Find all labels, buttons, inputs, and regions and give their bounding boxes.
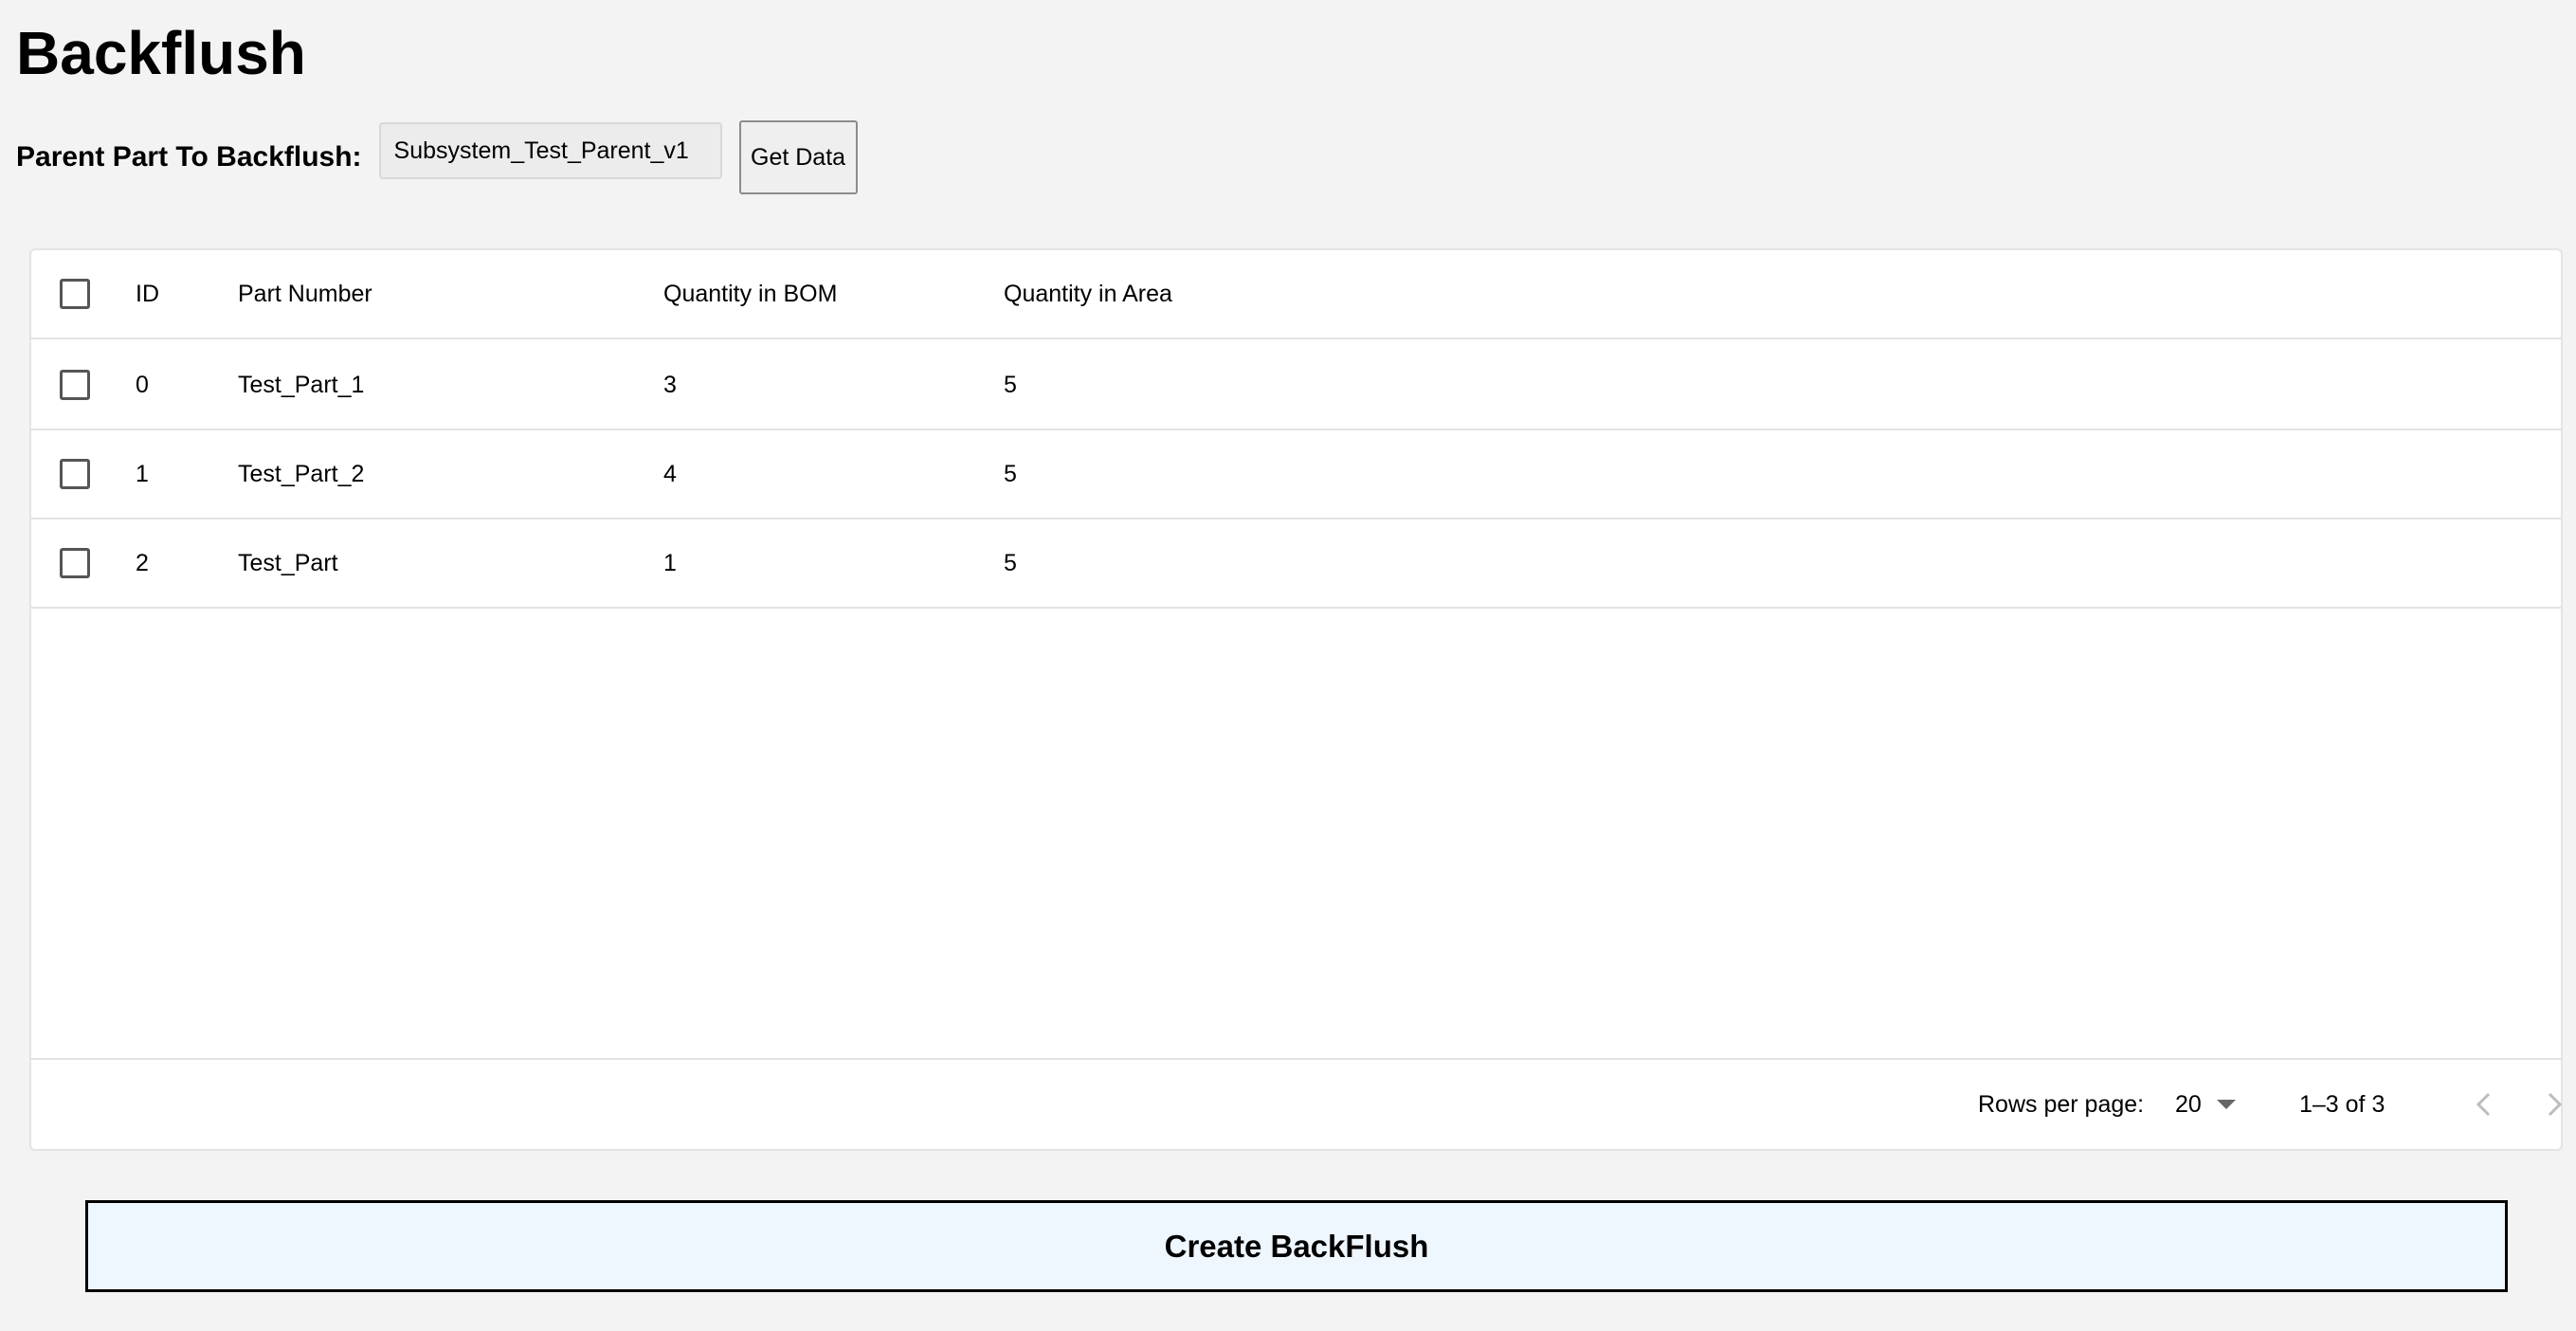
cell-quantity-in-bom: 1 [663, 549, 677, 576]
caret-down-icon [2216, 1100, 2236, 1109]
rows-per-page-select[interactable]: 20 [2175, 1060, 2236, 1149]
cell-quantity-in-area: 5 [1004, 549, 1017, 576]
select-all-checkbox[interactable] [60, 279, 90, 309]
cell-part-number: Test_Part_1 [238, 371, 365, 398]
row-checkbox[interactable] [60, 370, 90, 400]
cell-id: 2 [136, 549, 149, 576]
cell-quantity-in-area: 5 [1004, 371, 1017, 398]
column-header-id[interactable]: ID [136, 250, 159, 337]
column-header-quantity-in-bom[interactable]: Quantity in BOM [663, 250, 837, 337]
table-row[interactable]: 0 Test_Part_1 3 5 [31, 341, 2561, 430]
create-backflush-button[interactable]: Create BackFlush [85, 1200, 2508, 1292]
pagination-footer: Rows per page: 20 1–3 of 3 [31, 1058, 2563, 1149]
next-page-button[interactable] [2531, 1082, 2576, 1127]
cell-part-number: Test_Part_2 [238, 460, 365, 487]
get-data-button[interactable]: Get Data [738, 120, 858, 194]
pagination-range: 1–3 of 3 [2299, 1090, 2386, 1118]
data-grid: ID Part Number Quantity in BOM Quantity … [29, 248, 2563, 1151]
parent-part-row: Parent Part To Backflush: Get Data [16, 119, 858, 195]
cell-part-number: Test_Part [238, 549, 338, 576]
page-title: Backflush [16, 19, 306, 87]
cell-id: 1 [136, 460, 149, 487]
chevron-right-icon [2548, 1092, 2563, 1117]
rows-per-page-label: Rows per page: [1978, 1090, 2145, 1118]
table-row[interactable]: 2 Test_Part 1 5 [31, 520, 2561, 609]
row-checkbox[interactable] [60, 548, 90, 578]
cell-quantity-in-area: 5 [1004, 460, 1017, 487]
cell-quantity-in-bom: 3 [663, 371, 677, 398]
cell-id: 0 [136, 371, 149, 398]
rows-per-page-value: 20 [2175, 1090, 2202, 1118]
parent-part-input[interactable] [378, 122, 722, 179]
column-header-quantity-in-area[interactable]: Quantity in Area [1004, 250, 1172, 337]
column-header-part-number[interactable]: Part Number [238, 250, 372, 337]
parent-part-label: Parent Part To Backflush: [16, 141, 362, 173]
table-header-row: ID Part Number Quantity in BOM Quantity … [31, 250, 2561, 339]
previous-page-button[interactable] [2461, 1082, 2507, 1127]
row-checkbox[interactable] [60, 459, 90, 489]
table-row[interactable]: 1 Test_Part_2 4 5 [31, 430, 2561, 520]
cell-quantity-in-bom: 4 [663, 460, 677, 487]
chevron-left-icon [2476, 1092, 2491, 1117]
